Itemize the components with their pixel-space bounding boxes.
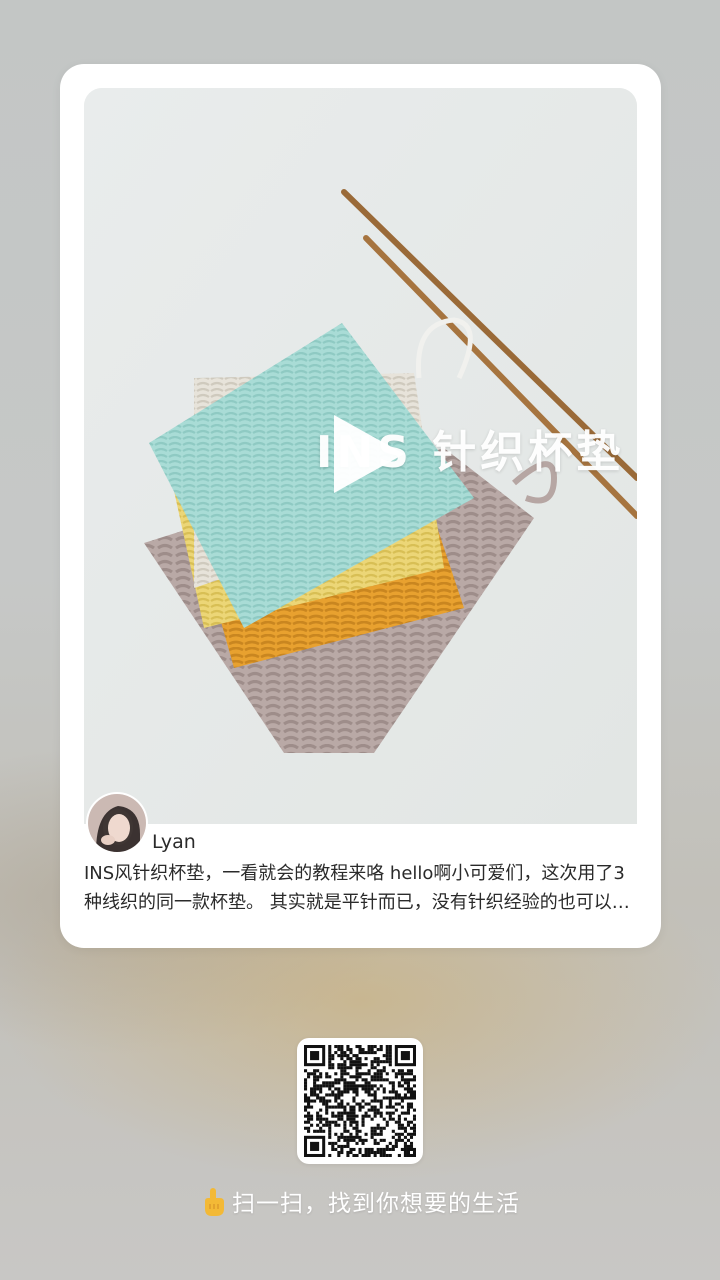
avatar-image (88, 794, 146, 852)
play-icon (334, 415, 404, 493)
post-description: INS风针织杯垫，一看就会的教程来咯 hello啊小可爱们，这次用了3种线织的同… (84, 863, 630, 913)
pointing-hand-icon (205, 1188, 224, 1216)
author-name[interactable]: Lyan (152, 831, 196, 853)
post-cover-image[interactable]: INS 针织杯垫 (84, 88, 637, 824)
scan-hint: 扫一扫，找到你想要的生活 (0, 1184, 720, 1218)
play-button[interactable] (320, 409, 410, 499)
author-avatar[interactable] (86, 792, 148, 854)
scan-hint-text: 扫一扫，找到你想要的生活 (232, 1191, 520, 1217)
qr-code (297, 1038, 423, 1164)
qr-code-image (304, 1045, 416, 1157)
post-card[interactable]: INS 针织杯垫 Lyan INS风针织杯垫，一看就会的教程来咯 hello啊小… (60, 64, 661, 948)
